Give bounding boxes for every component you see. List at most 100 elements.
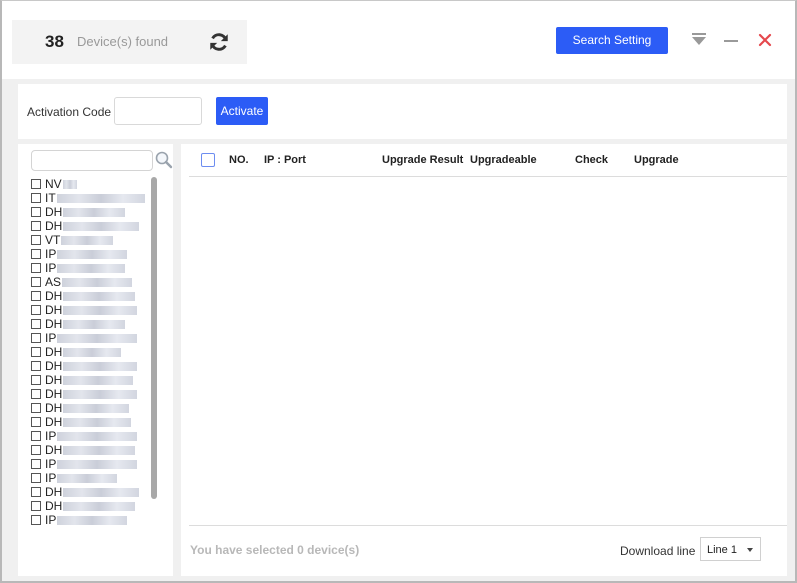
- device-list-item[interactable]: DH: [31, 387, 159, 401]
- close-icon[interactable]: [757, 32, 773, 48]
- device-checkbox[interactable]: [31, 361, 41, 371]
- device-checkbox[interactable]: [31, 501, 41, 511]
- activate-button[interactable]: Activate: [216, 97, 268, 125]
- device-list-item[interactable]: DH: [31, 289, 159, 303]
- device-checkbox[interactable]: [31, 221, 41, 231]
- device-list-item[interactable]: DH: [31, 205, 159, 219]
- table-header: NO. IP : Port Upgrade Result Upgradeable…: [189, 144, 787, 177]
- device-list-item[interactable]: IP: [31, 247, 159, 261]
- device-list-item[interactable]: DH: [31, 499, 159, 513]
- filter-icon[interactable]: [692, 33, 706, 45]
- device-checkbox[interactable]: [31, 431, 41, 441]
- device-checkbox[interactable]: [31, 263, 41, 273]
- download-line-select[interactable]: Line 1: [700, 537, 761, 561]
- column-no: NO.: [229, 154, 249, 166]
- minimize-icon[interactable]: [724, 40, 738, 42]
- device-checkbox[interactable]: [31, 389, 41, 399]
- device-name: DH: [45, 317, 63, 331]
- activation-panel: Activation Code Activate: [18, 84, 787, 139]
- device-checkbox[interactable]: [31, 515, 41, 525]
- device-checkbox[interactable]: [31, 333, 41, 343]
- device-name-redacted: [63, 361, 138, 371]
- device-name: DH: [45, 303, 63, 317]
- device-checkbox[interactable]: [31, 417, 41, 427]
- refresh-icon[interactable]: [208, 31, 230, 53]
- device-list-item[interactable]: VT: [31, 233, 159, 247]
- device-checkbox[interactable]: [31, 319, 41, 329]
- device-list-item[interactable]: AS: [31, 275, 159, 289]
- device-checkbox[interactable]: [31, 305, 41, 315]
- device-checkbox[interactable]: [31, 291, 41, 301]
- device-list-item[interactable]: NV: [31, 177, 159, 191]
- device-list-item[interactable]: IP: [31, 457, 159, 471]
- device-list-item[interactable]: DH: [31, 485, 159, 499]
- device-name: DH: [45, 387, 63, 401]
- device-name-redacted: [63, 319, 126, 329]
- search-icon[interactable]: [154, 150, 174, 170]
- device-list-scrollbar[interactable]: [151, 177, 157, 499]
- device-list-item[interactable]: DH: [31, 345, 159, 359]
- column-upgradeable: Upgradeable: [470, 154, 537, 166]
- device-name-redacted: [63, 375, 134, 385]
- device-checkbox[interactable]: [31, 193, 41, 203]
- app-window: 38 Device(s) found Search Setting Activa…: [0, 0, 797, 583]
- device-list-item[interactable]: DH: [31, 401, 159, 415]
- device-name-redacted: [63, 417, 132, 427]
- download-line-label: Download line: [620, 544, 696, 558]
- header-bar: 38 Device(s) found Search Setting: [2, 1, 795, 79]
- device-checkbox[interactable]: [31, 207, 41, 217]
- device-name: IP: [45, 247, 57, 261]
- device-checkbox[interactable]: [31, 179, 41, 189]
- device-list-item[interactable]: IP: [31, 331, 159, 345]
- device-checkbox[interactable]: [31, 403, 41, 413]
- device-name: IP: [45, 429, 57, 443]
- device-name-redacted: [63, 221, 140, 231]
- device-checkbox[interactable]: [31, 235, 41, 245]
- device-list-item[interactable]: DH: [31, 317, 159, 331]
- device-name-redacted: [63, 389, 138, 399]
- column-check: Check: [575, 154, 609, 166]
- device-checkbox[interactable]: [31, 473, 41, 483]
- device-list: NV IT DH DH VT IP IP AS DH DH DH IP DH DH DH DH DH DH IP DH…: [31, 177, 159, 527]
- device-search-input[interactable]: [31, 150, 153, 171]
- device-name: DH: [45, 415, 63, 429]
- device-list-item[interactable]: IP: [31, 429, 159, 443]
- device-name-redacted: [63, 291, 136, 301]
- device-name-redacted: [63, 305, 138, 315]
- device-name-redacted: [63, 207, 126, 217]
- device-list-item[interactable]: IP: [31, 513, 159, 527]
- device-checkbox[interactable]: [31, 249, 41, 259]
- device-list-item[interactable]: DH: [31, 359, 159, 373]
- device-checkbox[interactable]: [31, 347, 41, 357]
- device-list-item[interactable]: IP: [31, 471, 159, 485]
- device-name-redacted: [63, 347, 122, 357]
- device-list-item[interactable]: DH: [31, 219, 159, 233]
- device-name-redacted: [57, 431, 138, 441]
- device-checkbox[interactable]: [31, 445, 41, 455]
- activation-code-input[interactable]: [114, 97, 202, 125]
- device-checkbox[interactable]: [31, 459, 41, 469]
- device-name: DH: [45, 401, 63, 415]
- device-list-item[interactable]: DH: [31, 303, 159, 317]
- activation-code-label: Activation Code: [27, 105, 112, 119]
- device-name-redacted: [56, 193, 145, 203]
- device-name: IP: [45, 471, 57, 485]
- search-setting-button[interactable]: Search Setting: [556, 27, 668, 54]
- device-name: NV: [45, 177, 62, 191]
- device-name: DH: [45, 205, 63, 219]
- device-name-redacted: [63, 487, 140, 497]
- device-list-item[interactable]: IP: [31, 261, 159, 275]
- device-checkbox[interactable]: [31, 277, 41, 287]
- device-name-redacted: [61, 235, 114, 245]
- device-checkbox[interactable]: [31, 487, 41, 497]
- device-name: IP: [45, 331, 57, 345]
- device-list-item[interactable]: IT: [31, 191, 159, 205]
- device-list-item[interactable]: DH: [31, 443, 159, 457]
- download-line-value: Line 1: [707, 544, 737, 556]
- device-name-redacted: [62, 179, 77, 189]
- device-list-item[interactable]: DH: [31, 415, 159, 429]
- device-checkbox[interactable]: [31, 375, 41, 385]
- device-list-item[interactable]: DH: [31, 373, 159, 387]
- select-all-checkbox[interactable]: [201, 153, 215, 167]
- column-upgrade: Upgrade: [634, 154, 679, 166]
